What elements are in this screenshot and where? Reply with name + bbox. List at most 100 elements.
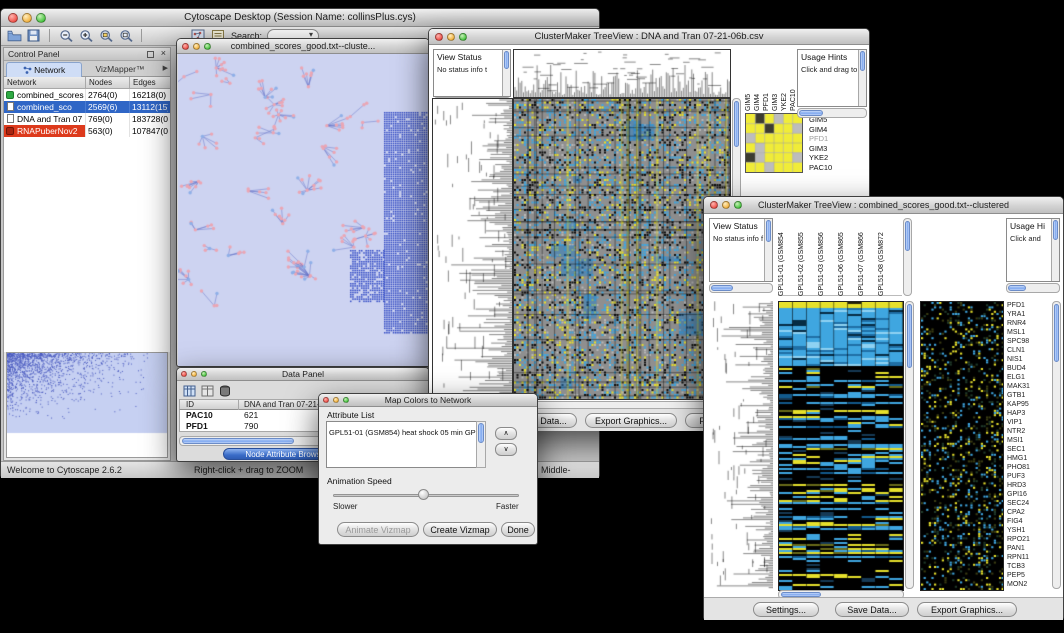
gene-label[interactable]: CPA2 (1007, 508, 1051, 517)
gene-label[interactable]: GPI16 (1007, 490, 1051, 499)
gene-label[interactable]: SEC24 (1007, 499, 1051, 508)
column-label[interactable]: GIM4 (754, 53, 763, 111)
gene-label[interactable]: PHO81 (1007, 463, 1051, 472)
treeview-dna-title-bar[interactable]: ClusterMaker TreeView : DNA and Tran 07-… (429, 29, 869, 45)
gene-label[interactable]: PUF3 (1007, 472, 1051, 481)
create-vizmap-button[interactable]: Create Vizmap (423, 522, 497, 537)
minimize-icon[interactable] (193, 43, 200, 50)
column-label[interactable]: GIM5 (745, 53, 754, 111)
scrollbar-thumb[interactable] (766, 220, 771, 242)
tab-overflow-icon[interactable]: ▶ (163, 64, 168, 72)
scrollbar-thumb[interactable] (504, 51, 509, 69)
gene-label[interactable]: MSI1 (1007, 436, 1051, 445)
row-dendrogram-canvas[interactable] (433, 99, 512, 399)
save-session-icon[interactable] (27, 29, 44, 44)
gene-label[interactable]: FIG4 (1007, 517, 1051, 526)
gene-label[interactable]: HMG1 (1007, 454, 1051, 463)
close-icon[interactable] (182, 43, 189, 50)
usage-hints-vscrollbar[interactable] (1051, 219, 1059, 281)
view-status-vscrollbar[interactable] (502, 50, 510, 96)
attribute-item[interactable]: GPL51-01 (GSM854) heat shock 05 min (327, 428, 463, 437)
treeview-combined-title-bar[interactable]: ClusterMaker TreeView : combined_scores_… (704, 197, 1063, 214)
zoom-out-icon[interactable] (59, 29, 76, 44)
select-attributes-icon[interactable] (183, 384, 200, 399)
gene-label[interactable]: MON2 (1007, 580, 1051, 589)
settings-button[interactable]: Settings... (753, 602, 819, 617)
create-attribute-icon[interactable] (201, 384, 218, 399)
open-session-icon[interactable] (7, 29, 24, 44)
scrollbar-thumb[interactable] (1054, 304, 1059, 362)
scrollbar-thumb[interactable] (860, 51, 865, 71)
main-title-bar[interactable]: Cytoscape Desktop (Session Name: collins… (1, 9, 599, 27)
network-row[interactable]: combined_scores2764(0)16218(0) (4, 89, 170, 101)
view-status-hscrollbar[interactable] (709, 283, 773, 293)
usage-hints-hscrollbar[interactable] (1006, 283, 1060, 293)
gene-label[interactable]: SEC1 (1007, 445, 1051, 454)
minimize-icon[interactable] (22, 13, 32, 23)
network-overview-canvas[interactable] (7, 353, 167, 457)
col-header-network[interactable]: Network (4, 77, 86, 89)
heatmap-vscrollbar[interactable] (905, 301, 914, 589)
usage-hints-hscrollbar[interactable] (797, 108, 867, 118)
column-dendrogram-canvas[interactable] (514, 50, 730, 97)
done-button[interactable]: Done (501, 522, 535, 537)
row-dendrogram-canvas[interactable] (709, 301, 773, 589)
column-label[interactable]: GPL51-08 (GSM872 (878, 218, 898, 296)
close-icon[interactable] (710, 201, 718, 209)
col-header-nodes[interactable]: Nodes (86, 77, 130, 89)
save-data-button[interactable]: Save Data... (835, 602, 909, 617)
minimize-icon[interactable] (191, 371, 197, 377)
gene-label[interactable]: NIS1 (1007, 355, 1051, 364)
network-row-selected[interactable]: combined_sco2569(6)13112(15) (4, 101, 170, 113)
slider-thumb[interactable] (418, 489, 429, 500)
gene-label[interactable]: PFD1 (1007, 301, 1051, 310)
scrollbar-thumb[interactable] (799, 110, 823, 116)
gene-label[interactable]: KAP95 (1007, 400, 1051, 409)
move-up-button[interactable]: ∧ (495, 427, 517, 440)
matrix-row-label[interactable]: PAC10 (809, 163, 849, 173)
gene-label[interactable]: RPN11 (1007, 553, 1051, 562)
gene-label[interactable]: HRD3 (1007, 481, 1051, 490)
gene-label[interactable]: MAK31 (1007, 382, 1051, 391)
scrollbar-thumb[interactable] (734, 101, 739, 147)
column-label[interactable]: GPL51-03 (GSM856 (818, 218, 838, 296)
tab-network[interactable]: Network (6, 62, 82, 77)
column-label[interactable]: PFD1 (763, 53, 772, 111)
gene-list-vscrollbar[interactable] (1052, 301, 1061, 589)
attribute-list-vscrollbar[interactable] (476, 421, 486, 468)
column-label[interactable]: GPL51-07 (GSM866 (858, 218, 878, 296)
matrix-row-label[interactable]: GIM4 (809, 125, 849, 135)
network-overview-panel[interactable] (6, 352, 168, 458)
gene-label[interactable]: YSH1 (1007, 526, 1051, 535)
tab-vizmapper[interactable]: VizMapper™ (84, 62, 156, 77)
gene-label[interactable]: PAN1 (1007, 544, 1051, 553)
network-window-title-bar[interactable]: combined_scores_good.txt--cluste... (177, 39, 429, 54)
minimize-icon[interactable] (333, 397, 339, 403)
scrollbar-thumb[interactable] (905, 221, 910, 251)
network-row[interactable]: RNAPuberNov2563(0)107847(0) (4, 125, 170, 137)
network-view-canvas[interactable] (178, 54, 428, 366)
scrollbar-thumb[interactable] (1008, 285, 1026, 291)
gene-label[interactable]: YRA1 (1007, 310, 1051, 319)
column-label[interactable]: GIM3 (772, 53, 781, 111)
gene-label[interactable]: RPO21 (1007, 535, 1051, 544)
move-down-button[interactable]: ∨ (495, 443, 517, 456)
matrix-row-label[interactable]: GIM3 (809, 144, 849, 154)
scrollbar-thumb[interactable] (1053, 220, 1058, 240)
scrollbar-thumb[interactable] (478, 423, 484, 443)
matrix-row-label[interactable]: YKE2 (809, 153, 849, 163)
gene-label[interactable]: SPC98 (1007, 337, 1051, 346)
zoom-fit-icon[interactable] (119, 29, 136, 44)
close-icon[interactable] (181, 371, 187, 377)
column-label[interactable]: YKE2 (781, 53, 790, 111)
gene-label[interactable]: VIP1 (1007, 418, 1051, 427)
gene-label[interactable]: GTB1 (1007, 391, 1051, 400)
zoom-heatmap-canvas[interactable] (921, 302, 1003, 590)
dialog-title-bar[interactable]: Map Colors to Network (319, 394, 537, 407)
column-label[interactable]: GPL51-02 (GSM855 (798, 218, 818, 296)
zoom-window-icon[interactable] (201, 371, 207, 377)
zoom-window-icon[interactable] (204, 43, 211, 50)
gene-label[interactable]: RNR4 (1007, 319, 1051, 328)
zoom-window-icon[interactable] (734, 201, 742, 209)
export-graphics-button[interactable]: Export Graphics... (917, 602, 1017, 617)
